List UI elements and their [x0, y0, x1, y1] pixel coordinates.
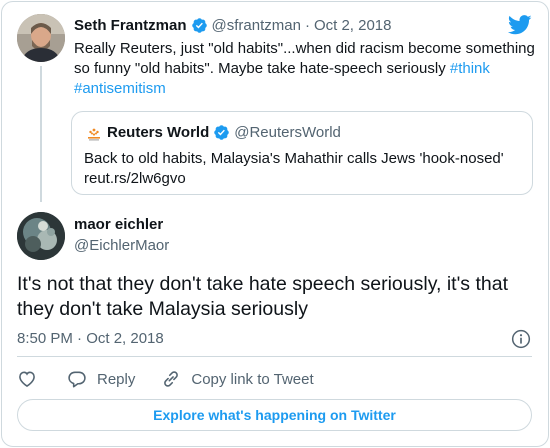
parent-tweet-header: Seth Frantzman @sfrantzman · Oct 2, 2018: [74, 17, 392, 34]
reuters-logo-icon: [84, 124, 104, 144]
reply-button[interactable]: Reply: [67, 369, 135, 389]
twitter-bird-icon[interactable]: [508, 14, 532, 36]
main-tweet-text: It's not that they don't take hate speec…: [17, 273, 509, 320]
main-author-handle[interactable]: @EichlerMaor: [74, 237, 169, 254]
parent-tweet-text: Really Reuters, just "old habits"...when…: [74, 39, 536, 99]
hashtag-think[interactable]: #think: [450, 60, 490, 77]
thread-connector-line: [40, 66, 42, 202]
parent-tweet-date[interactable]: Oct 2, 2018: [314, 17, 392, 34]
quoted-tweet-card[interactable]: Reuters World @ReutersWorld Back to old …: [71, 111, 533, 195]
heart-icon: [19, 371, 35, 388]
quoted-author-name: Reuters World: [107, 124, 210, 141]
parent-author-name[interactable]: Seth Frantzman: [74, 17, 187, 34]
header-separator: ·: [304, 17, 310, 34]
speech-bubble-icon: [68, 371, 86, 388]
maor-avatar-image: [17, 212, 65, 260]
quoted-tweet-header: Reuters World @ReutersWorld: [107, 124, 341, 141]
seth-avatar[interactable]: [17, 14, 65, 62]
info-icon[interactable]: [511, 329, 531, 349]
actions-divider: [17, 356, 532, 357]
quoted-headline: Back to old habits, Malaysia's Mahathir …: [84, 150, 504, 167]
quoted-author-handle: @ReutersWorld: [234, 124, 341, 141]
seth-avatar-image: [17, 14, 65, 62]
main-author-name[interactable]: maor eichler: [74, 216, 163, 233]
maor-avatar[interactable]: [17, 212, 65, 260]
quoted-tweet-text: Back to old habits, Malaysia's Mahathir …: [84, 149, 514, 189]
parent-author-handle[interactable]: @sfrantzman: [212, 17, 301, 34]
tweet-timestamp[interactable]: 8:50 PM · Oct 2, 2018: [17, 330, 164, 347]
reply-label: Reply: [97, 370, 136, 388]
link-icon: [164, 371, 179, 387]
tweet-actions-bar: Reply Copy link to Tweet: [17, 366, 314, 392]
copy-link-button[interactable]: Copy link to Tweet: [161, 369, 314, 389]
verified-badge-icon: [191, 18, 207, 33]
like-button[interactable]: [17, 369, 37, 389]
verified-badge-icon: [214, 125, 230, 140]
explore-label: Explore what's happening on Twitter: [153, 407, 396, 423]
copy-link-label: Copy link to Tweet: [191, 370, 314, 388]
explore-twitter-button[interactable]: Explore what's happening on Twitter: [17, 399, 532, 431]
quoted-link: reut.rs/2lw6gvo: [84, 170, 186, 187]
hashtag-antisemitism[interactable]: #antisemitism: [74, 80, 166, 97]
